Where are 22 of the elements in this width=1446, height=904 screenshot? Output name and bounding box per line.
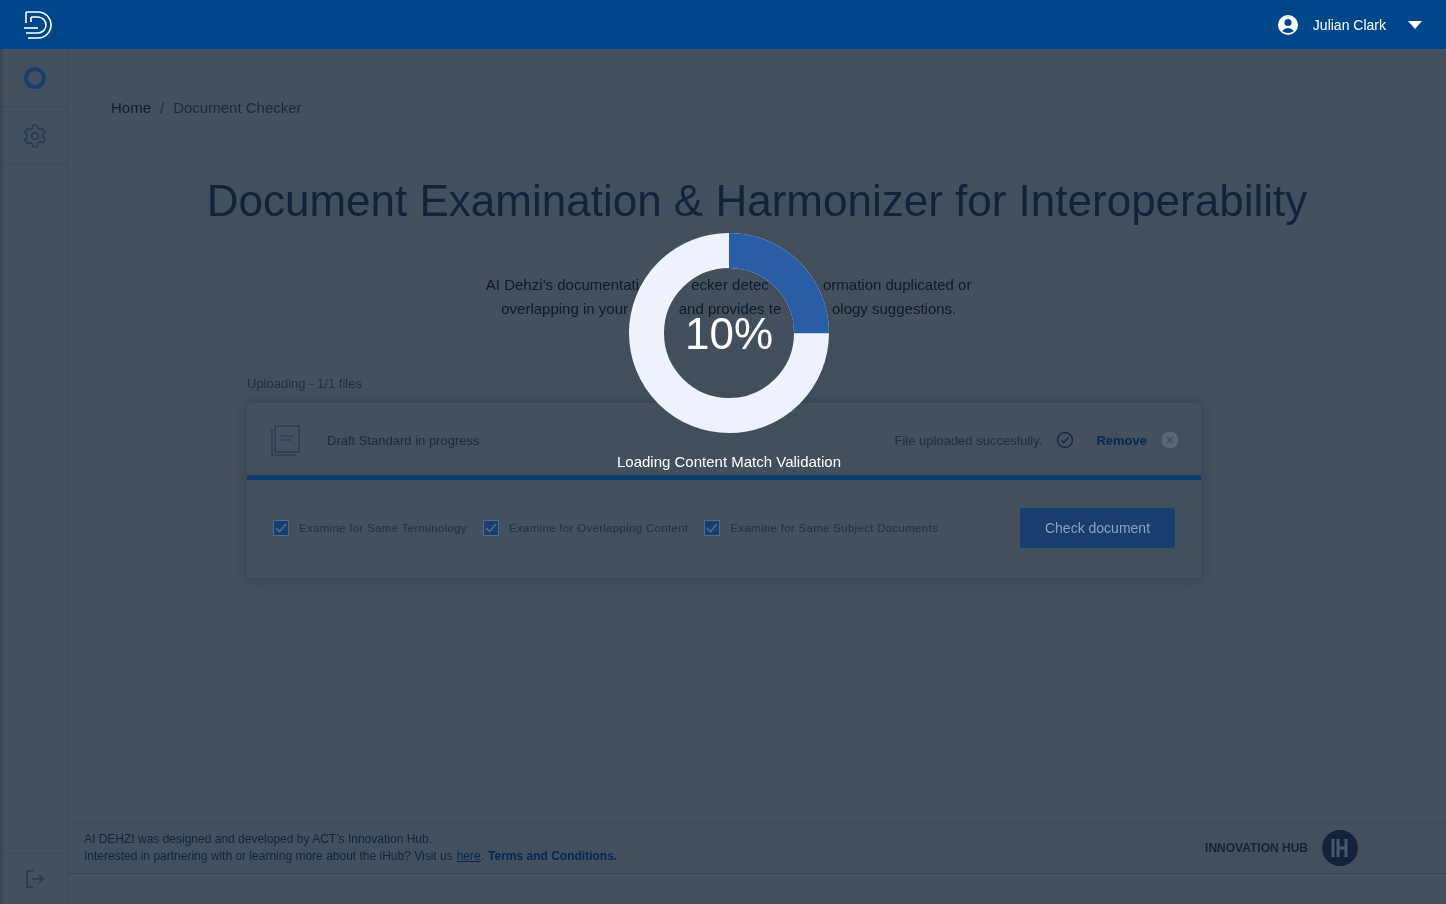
circle-icon[interactable]	[23, 65, 47, 90]
check-document-button[interactable]: Check document	[1020, 508, 1175, 548]
footer-period: .	[480, 849, 485, 863]
loading-message: Loading Content Match Validation	[617, 453, 842, 470]
here-link[interactable]: here	[456, 849, 481, 863]
progress-percentage: 10%	[684, 315, 774, 353]
ih-logo-icon	[1322, 830, 1358, 866]
document-icon	[269, 423, 303, 457]
settings-icon[interactable]	[22, 122, 48, 149]
caret-icon[interactable]	[1408, 20, 1422, 29]
close-icon[interactable]	[1161, 431, 1179, 449]
user-avatar-icon[interactable]	[1276, 13, 1299, 36]
description-fragment: ology suggestions.	[831, 299, 958, 319]
checkbox[interactable]	[273, 520, 289, 536]
breadcrumb-separator: /	[160, 99, 165, 116]
remove-link[interactable]: Remove	[1096, 432, 1147, 448]
user-name[interactable]: Julian Clark	[1312, 16, 1386, 33]
logout-icon[interactable]	[24, 868, 46, 890]
terms-link[interactable]: Terms and Conditions.	[488, 849, 618, 863]
checkbox[interactable]	[483, 520, 499, 536]
checkbox[interactable]	[704, 520, 721, 536]
check-circle-icon	[1056, 431, 1075, 449]
